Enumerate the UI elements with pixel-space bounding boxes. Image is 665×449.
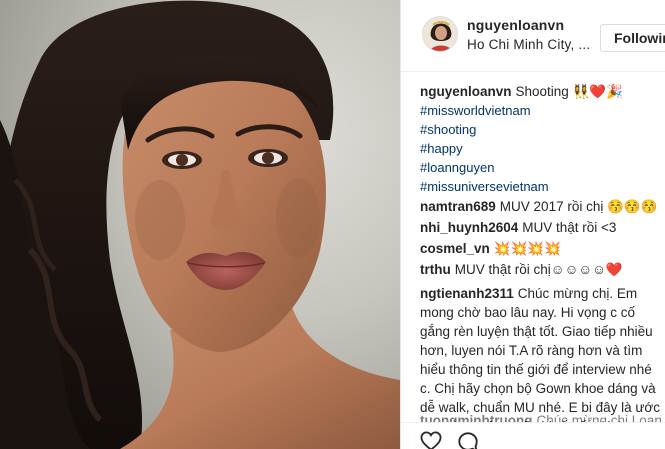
comment-text: 💥💥💥💥 — [493, 241, 562, 256]
comment-text: MUV thật rồi chị☺☺☺☺❤️ — [454, 262, 623, 277]
comment: namtran689 MUV 2017 rồi chị 😚😚😚 — [420, 196, 665, 217]
comment-icon[interactable] — [457, 431, 479, 449]
comment-text: MUV thật rồi <3 — [522, 220, 617, 235]
comment: tuongminhtruong Chúc mừng chị Loan với — [420, 412, 665, 422]
comment: trthu MUV thật rồi chị☺☺☺☺❤️ — [420, 259, 665, 280]
comment-author[interactable]: tuongminhtruong — [420, 413, 532, 422]
hashtag-link[interactable]: #loannguyen — [420, 158, 665, 177]
comment-text: Chúc mừng chị Loan với — [536, 413, 665, 422]
post-photo[interactable] — [0, 0, 400, 449]
comment-author[interactable]: trthu — [420, 262, 451, 277]
comment: cosmel_vn 💥💥💥💥 — [420, 238, 665, 259]
comment: ngtienanh2311 Chúc mừng chị. Em mong chờ … — [420, 284, 665, 422]
comment-text: Chúc mừng chị. Em mong chờ bao lâu nay. … — [420, 286, 661, 422]
comment: nhi_huynh2604 MUV thật rồi <3 — [420, 217, 665, 238]
caption-author[interactable]: nguyenloanvn — [420, 84, 512, 99]
post-username[interactable]: nguyenloanvn — [467, 17, 564, 33]
comments-section: nguyenloanvn Shooting 👯‍♀️❤️🎉 #missworldv… — [420, 82, 665, 422]
post-location[interactable]: Ho Chi Minh City, ... — [467, 37, 590, 52]
avatar[interactable] — [422, 16, 458, 52]
comment-author[interactable]: ngtienanh2311 — [420, 286, 514, 301]
action-bar — [401, 422, 665, 449]
instagram-post-view: nguyenloanvn Ho Chi Minh City, ... Follo… — [0, 0, 665, 449]
heart-icon[interactable] — [420, 431, 442, 449]
hashtag-list: #missworldvietnam #shooting #happy #loan… — [420, 101, 665, 196]
hashtag-link[interactable]: #missuniversevietnam — [420, 177, 665, 196]
hashtag-link[interactable]: #missworldvietnam — [420, 101, 665, 120]
comment-author[interactable]: nhi_huynh2604 — [420, 220, 518, 235]
caption: nguyenloanvn Shooting 👯‍♀️❤️🎉 — [420, 82, 665, 101]
avatar-image — [423, 17, 457, 51]
comment-author[interactable]: cosmel_vn — [420, 241, 490, 256]
following-button[interactable]: Followin — [600, 24, 665, 52]
comment-text: MUV 2017 rồi chị 😚😚😚 — [499, 199, 658, 214]
hashtag-link[interactable]: #shooting — [420, 120, 665, 139]
comment-author[interactable]: namtran689 — [420, 199, 496, 214]
hashtag-link[interactable]: #happy — [420, 139, 665, 158]
caption-text: Shooting 👯‍♀️❤️🎉 — [515, 84, 623, 99]
portrait-illustration — [0, 0, 400, 449]
